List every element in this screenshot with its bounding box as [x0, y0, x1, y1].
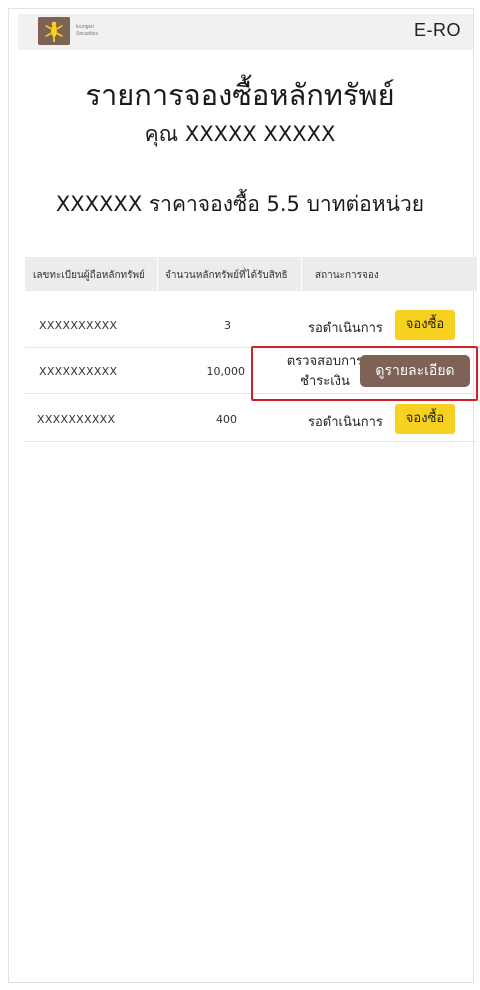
top-bar: krungsri Securities E-RO [18, 14, 473, 50]
krungsri-logo [38, 17, 70, 45]
logo-line-1: krungsri [76, 24, 94, 30]
column-divider [157, 257, 158, 291]
holder-id: XXXXXXXXXX [39, 365, 118, 378]
status-text: รอดำเนินการ [308, 415, 383, 430]
column-header-status: สถานะการจอง [315, 270, 379, 281]
gecko-icon [38, 17, 70, 45]
entitled-qty: 400 [216, 413, 237, 426]
table-row: XXXXXXXXXX 400 รอดำเนินการ จองซื้อ [25, 396, 477, 442]
subscribe-button[interactable]: จองซื้อ [395, 310, 455, 340]
customer-name: คุณ XXXXX XXXXX [144, 122, 336, 146]
entitled-qty: 3 [224, 319, 231, 332]
status-line-2: ชำระเงิน [300, 374, 350, 389]
table-row: XXXXXXXXXX 3 รอดำเนินการ จองซื้อ [25, 302, 477, 348]
logo-line-2: Securities [76, 31, 98, 37]
table-row: XXXXXXXXXX 10,000 ตรวจสอบการ ชำระเงิน ดู… [25, 348, 477, 394]
holder-id: XXXXXXXXXX [39, 319, 118, 332]
app-brand: E-RO [414, 20, 461, 40]
status-text: ตรวจสอบการ ชำระเงิน [277, 352, 373, 392]
status-text: รอดำเนินการ [308, 321, 383, 336]
holder-id: XXXXXXXXXX [37, 413, 116, 426]
offer-price-line: XXXXXX ราคาจองซื้อ 5.5 บาทต่อหน่วย [55, 192, 425, 216]
table-header: เลขทะเบียนผู้ถือหลักทรัพย์ จำนวนหลักทรัพ… [25, 257, 477, 291]
logo-wordmark: krungsri Securities [76, 24, 98, 38]
subscribe-button[interactable]: จองซื้อ [395, 404, 455, 434]
page-title: รายการจองซื้อหลักทรัพย์ [85, 78, 395, 112]
page-frame [8, 8, 474, 983]
column-header-holder-id: เลขทะเบียนผู้ถือหลักทรัพย์ [33, 270, 145, 281]
status-line-1: ตรวจสอบการ [286, 354, 364, 369]
column-divider [301, 257, 302, 291]
column-header-entitled-qty: จำนวนหลักทรัพย์ที่ได้รับสิทธิ [165, 270, 288, 281]
entitled-qty: 10,000 [206, 365, 246, 378]
view-details-button[interactable]: ดูรายละเอียด [360, 355, 470, 387]
